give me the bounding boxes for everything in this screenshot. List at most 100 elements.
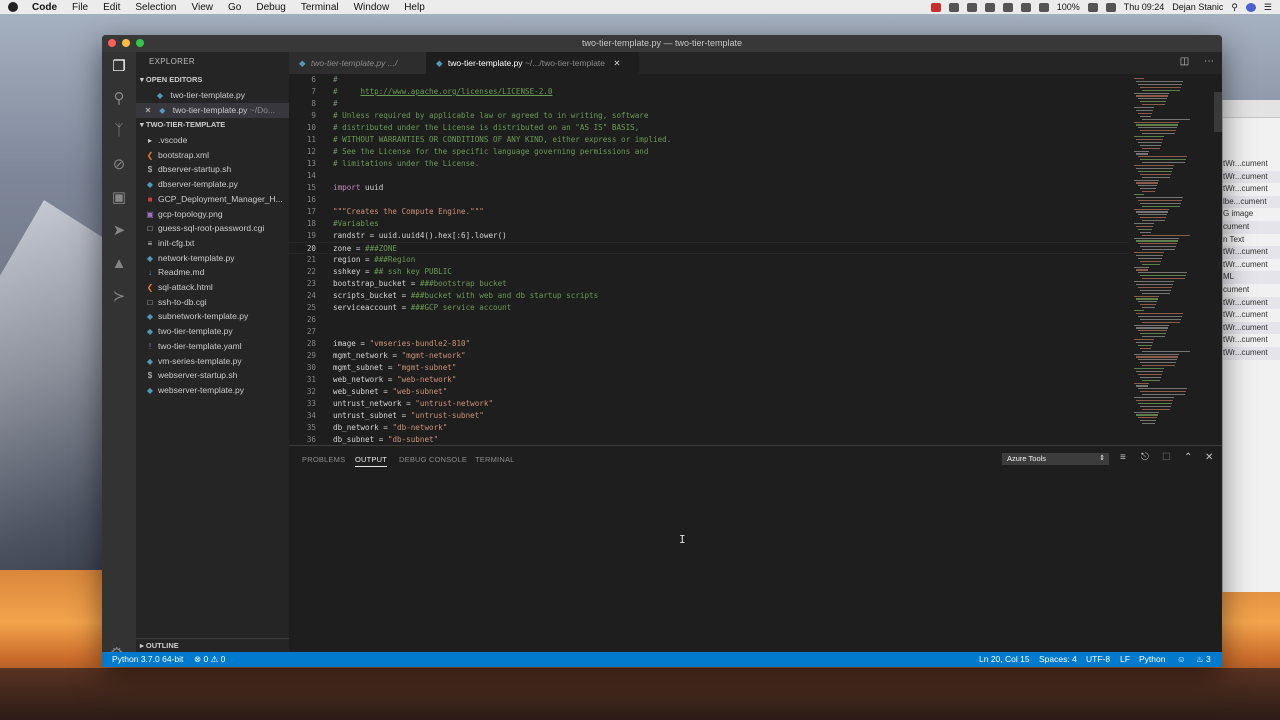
maximize-panel-icon[interactable]: ☐ (1162, 452, 1171, 463)
finder-row[interactable]: ML (1223, 271, 1280, 284)
tray-app-icon[interactable] (984, 2, 995, 12)
menu-view[interactable]: View (192, 2, 214, 13)
finder-row[interactable]: tWr...cument (1223, 170, 1280, 184)
code-line[interactable]: 28 image = "vmseries-bundle2-810" (289, 338, 1129, 350)
battery-icon[interactable] (1087, 2, 1098, 12)
recording-icon[interactable] (930, 2, 941, 12)
code-line[interactable]: 17 """Creates the Compute Engine.""" (289, 206, 1129, 218)
file-item[interactable]: $ dbserver-startup.sh (136, 162, 289, 177)
file-item[interactable]: ▸ .vscode (136, 133, 289, 148)
code-line[interactable]: 22 sshkey = ## ssh key PUBLIC (289, 266, 1129, 278)
close-panel-icon[interactable]: ✕ (1205, 452, 1213, 463)
code-line[interactable]: 27 (289, 326, 1129, 338)
code-line[interactable]: 23 bootstrap_bucket = ###bootstrap bucket (289, 278, 1129, 290)
apple-icon[interactable] (8, 2, 18, 12)
finder-row[interactable]: tWr...cument (1223, 334, 1280, 347)
finder-row[interactable]: lbe...cument (1223, 195, 1280, 209)
notification-center-icon[interactable]: ☰ (1264, 2, 1272, 13)
battery-percentage[interactable]: 100% (1057, 2, 1080, 12)
code-line[interactable]: 32 web_subnet = "web-subnet" (289, 386, 1129, 398)
close-tab-icon[interactable]: ✕ (613, 58, 620, 68)
clear-output-icon[interactable]: ≡ (1120, 452, 1126, 463)
finder-row[interactable]: tWr...cument (1223, 259, 1280, 272)
code-line[interactable]: 8 # (289, 98, 1129, 110)
code-line[interactable]: 29 mgmt_network = "mgmt-network" (289, 350, 1129, 362)
menu-selection[interactable]: Selection (135, 2, 176, 13)
language-mode[interactable]: Python (1139, 652, 1165, 667)
code-line[interactable]: 10 # distributed under the License is dis… (289, 122, 1129, 134)
azure-icon[interactable]: ▲ (110, 255, 128, 273)
editor-scrollbar[interactable] (1214, 92, 1222, 132)
finder-row[interactable]: tWr...cument (1223, 296, 1280, 310)
project-header[interactable]: ▾ TWO-TIER-TEMPLATE (136, 118, 289, 132)
user-name[interactable]: Dejan Stanic (1172, 2, 1223, 12)
file-item[interactable]: ◆ dbserver-template.py (136, 177, 289, 192)
code-line[interactable]: 14 (289, 170, 1129, 182)
code-line[interactable]: 21 region = ###Region (289, 254, 1129, 266)
spotlight-icon[interactable]: ⚲ (1231, 2, 1238, 13)
explorer-icon[interactable]: ❐ (110, 58, 128, 76)
code-line[interactable]: 33 untrust_network = "untrust-network" (289, 398, 1129, 410)
finder-row[interactable]: tWr...cument (1223, 246, 1280, 259)
source-control-icon[interactable]: ᛉ (110, 122, 128, 140)
finder-row[interactable]: tWr...cument (1223, 321, 1280, 335)
menu-go[interactable]: Go (228, 2, 241, 13)
file-item[interactable]: ≡ init-cfg.txt (136, 236, 289, 251)
lock-scroll-icon[interactable]: ⎋ (1141, 452, 1149, 463)
finder-row[interactable]: tWr...cument (1223, 346, 1280, 360)
zoom-window-button[interactable] (136, 39, 144, 47)
finder-row[interactable]: n Text (1223, 234, 1280, 247)
tab-terminal[interactable]: TERMINAL (475, 455, 515, 464)
python-interpreter[interactable]: Python 3.7.0 64-bit (112, 652, 183, 667)
tray-app-icon[interactable] (966, 2, 977, 12)
tab-two-tier-template-preview[interactable]: ◆ two-tier-template.py .../ (289, 52, 426, 74)
open-editor-item[interactable]: ✕ ◆ two-tier-template.py ~/Do... (136, 103, 289, 118)
tab-output[interactable]: OUTPUT (355, 455, 388, 467)
file-item[interactable]: □ ssh-to-db.cgi (136, 295, 289, 310)
tray-app-icon[interactable] (948, 2, 959, 12)
code-line[interactable]: 25 serviceaccount = ###GCP service accoun… (289, 302, 1129, 314)
encoding[interactable]: UTF-8 (1086, 652, 1110, 667)
clock[interactable]: Thu 09:24 (1124, 2, 1165, 12)
tab-two-tier-template-active[interactable]: ◆ two-tier-template.py ~/.../two-tier-te… (426, 52, 639, 74)
indentation[interactable]: Spaces: 4 (1039, 652, 1077, 667)
file-item[interactable]: ◆ network-template.py (136, 251, 289, 266)
code-line[interactable]: 6 # (289, 74, 1129, 86)
code-line[interactable]: 31 web_network = "web-network" (289, 374, 1129, 386)
open-editor-item[interactable]: ◆ two-tier-template.py (136, 88, 289, 103)
code-line[interactable]: 13 # limitations under the License. (289, 158, 1129, 170)
code-line[interactable]: 34 untrust_subnet = "untrust-subnet" (289, 410, 1129, 422)
file-item[interactable]: ■ GCP_Deployment_Manager_H... (136, 192, 289, 207)
end-of-line[interactable]: LF (1120, 652, 1130, 667)
code-line[interactable]: 12 # See the License for the specific lan… (289, 146, 1129, 158)
file-item[interactable]: ▣ gcp-topology.png (136, 207, 289, 222)
open-editors-header[interactable]: ▾ OPEN EDITORS (136, 73, 289, 87)
menu-file[interactable]: File (72, 2, 88, 13)
split-editor-icon[interactable]: ◫ (1180, 56, 1189, 67)
more-actions-icon[interactable]: ⋯ (1204, 56, 1214, 67)
minimize-window-button[interactable] (122, 39, 130, 47)
output-channel-select[interactable]: Azure Tools ⇕ (1002, 453, 1109, 465)
finder-row[interactable]: G image (1223, 208, 1280, 221)
code-line[interactable]: 7 # http://www.apache.org/licenses/LICENS… (289, 86, 1129, 98)
tab-debug-console[interactable]: DEBUG CONSOLE (399, 455, 467, 464)
menu-window[interactable]: Window (354, 2, 390, 13)
minimap[interactable] (1132, 74, 1212, 445)
wifi-icon[interactable] (1038, 2, 1049, 12)
file-item[interactable]: $ webserver-startup.sh (136, 368, 289, 383)
file-item[interactable]: ◆ two-tier-template.py (136, 324, 289, 339)
shield-icon[interactable] (1002, 2, 1013, 12)
menu-debug[interactable]: Debug (256, 2, 285, 13)
finder-row[interactable]: tWr...cument (1223, 183, 1280, 196)
menu-terminal[interactable]: Terminal (301, 2, 339, 13)
code-line[interactable]: 16 (289, 194, 1129, 206)
code-line[interactable]: 20 zone = ###ZONE (289, 242, 1129, 254)
code-line[interactable]: 11 # WITHOUT WARRANTIES OR CONDITIONS OF … (289, 134, 1129, 146)
finder-row[interactable]: tWr...cument (1223, 309, 1280, 322)
code-line[interactable]: 9 # Unless required by applicable law or … (289, 110, 1129, 122)
cursor-position[interactable]: Ln 20, Col 15 (979, 652, 1030, 667)
file-item[interactable]: ↓ Readme.md (136, 265, 289, 280)
menu-edit[interactable]: Edit (103, 2, 120, 13)
close-icon[interactable]: ✕ (144, 104, 152, 118)
file-item[interactable]: ◆ subnetwork-template.py (136, 309, 289, 324)
